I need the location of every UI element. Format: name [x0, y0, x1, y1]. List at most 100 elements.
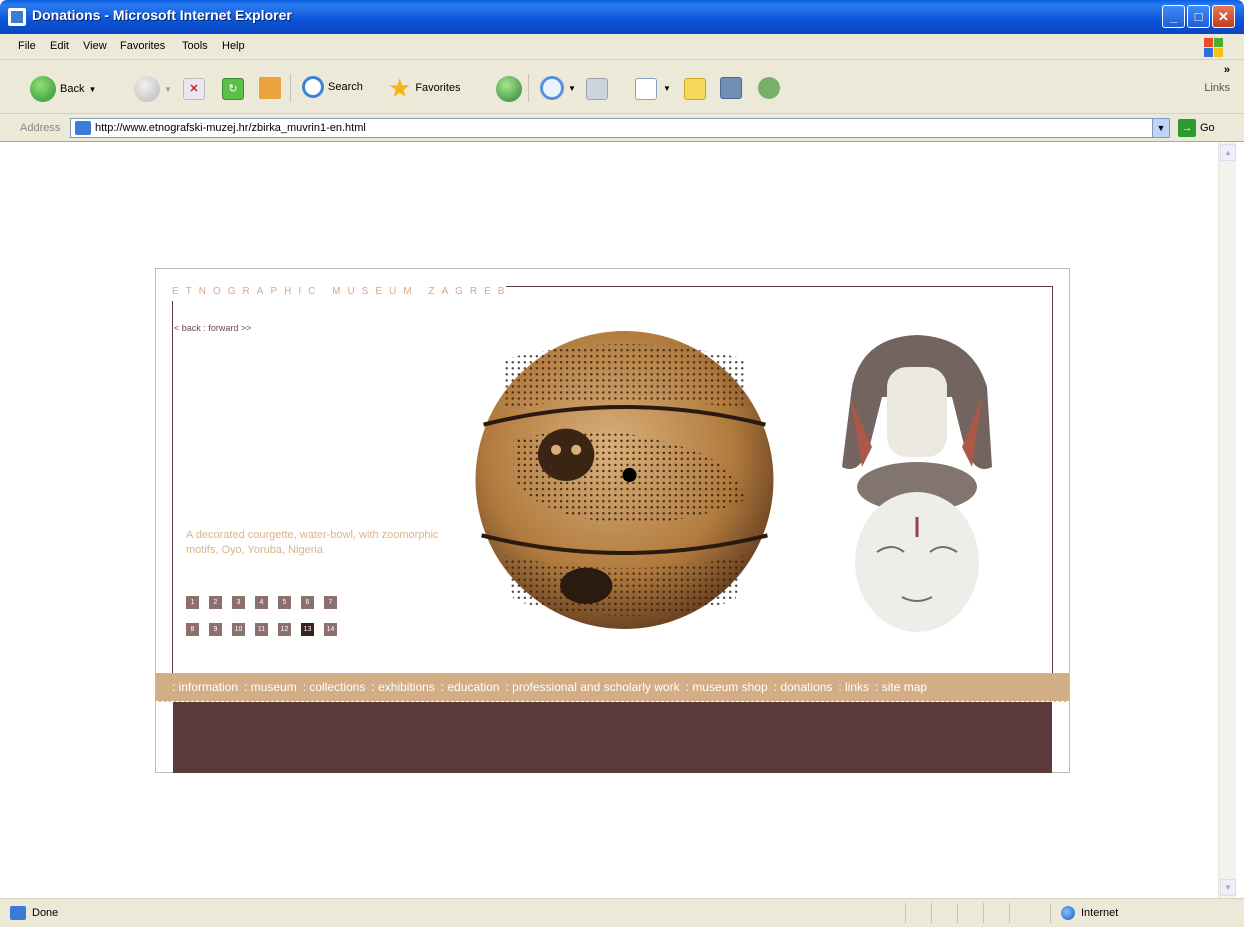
zone-label: Internet: [1081, 907, 1119, 919]
thumbnail-button[interactable]: 12: [278, 623, 291, 636]
discuss-icon[interactable]: [684, 78, 706, 100]
security-zone: Internet: [1050, 903, 1230, 923]
go-label: Go: [1200, 122, 1215, 134]
address-url[interactable]: http://www.etnografski-muzej.hr/zbirka_m…: [95, 122, 366, 134]
pager-links: < back : forward >>: [174, 323, 251, 333]
nav-link[interactable]: : professional and scholarly work: [506, 680, 680, 694]
nav-link[interactable]: : donations: [774, 680, 833, 694]
mail-icon: [540, 76, 564, 100]
forward-link[interactable]: forward >>: [208, 323, 251, 333]
window-title: Donations - Microsoft Internet Explorer: [32, 7, 292, 23]
nav-link[interactable]: : exhibitions: [371, 680, 434, 694]
museum-page: ETNOGRAPHIC MUSEUM ZAGREB < back : forwa…: [155, 268, 1070, 773]
toolbar-separator: [290, 74, 291, 102]
address-label: Address: [20, 122, 61, 134]
nav-link[interactable]: : museum shop: [686, 680, 768, 694]
thumbnail-button[interactable]: 5: [278, 596, 291, 609]
status-cell: [957, 903, 983, 923]
menu-help[interactable]: Help: [222, 40, 245, 52]
back-dropdown-icon[interactable]: ▼: [88, 85, 96, 94]
scroll-down-icon[interactable]: ▼: [1220, 879, 1236, 896]
pager-separator: :: [203, 323, 206, 333]
search-icon: [302, 76, 324, 98]
menu-edit[interactable]: Edit: [50, 40, 69, 52]
thumbnail-button[interactable]: 9: [209, 623, 222, 636]
nav-link[interactable]: : site map: [875, 680, 927, 694]
page-icon: [75, 121, 91, 135]
close-button[interactable]: ✕: [1212, 5, 1235, 28]
thumbnail-button[interactable]: 11: [255, 623, 268, 636]
menu-favorites[interactable]: Favorites: [120, 40, 165, 52]
stop-icon[interactable]: ✕: [183, 78, 205, 100]
museum-title: ETNOGRAPHIC MUSEUM ZAGREB: [172, 286, 512, 297]
nav-link[interactable]: : information: [172, 680, 238, 694]
address-input[interactable]: http://www.etnografski-muzej.hr/zbirka_m…: [70, 118, 1170, 138]
page-status-icon: [10, 906, 26, 920]
links-label[interactable]: Links: [1204, 82, 1230, 94]
research-icon[interactable]: [720, 77, 742, 99]
thumbnail-button[interactable]: 14: [324, 623, 337, 636]
home-icon[interactable]: [259, 77, 281, 99]
favorites-label: Favorites: [415, 82, 461, 94]
thumbnail-button[interactable]: 10: [232, 623, 245, 636]
nav-link[interactable]: : collections: [303, 680, 366, 694]
print-icon[interactable]: [586, 78, 608, 100]
go-button[interactable]: → Go: [1178, 119, 1215, 137]
forward-dropdown-icon[interactable]: ▼: [164, 85, 172, 94]
frame-line-right: [1052, 286, 1053, 673]
frame-line-top: [506, 286, 1053, 287]
title-bar: Donations - Microsoft Internet Explorer …: [0, 0, 1244, 34]
thumbnail-button[interactable]: 6: [301, 596, 314, 609]
status-cell: [983, 903, 1009, 923]
address-bar: Address http://www.etnografski-muzej.hr/…: [0, 114, 1244, 142]
address-dropdown-icon[interactable]: ▼: [1152, 118, 1170, 138]
mail-dropdown-icon[interactable]: ▼: [568, 84, 576, 93]
go-arrow-icon: →: [1178, 119, 1196, 137]
internet-globe-icon: [1061, 906, 1075, 920]
vertical-scrollbar[interactable]: ▲ ▼: [1218, 142, 1236, 898]
search-button[interactable]: Search: [302, 76, 363, 98]
history-icon[interactable]: [496, 76, 522, 102]
edit-icon[interactable]: [635, 78, 657, 100]
gourd-bowl-image: [475, 331, 774, 629]
menu-tools[interactable]: Tools: [182, 40, 208, 52]
favorites-button[interactable]: ★ Favorites: [388, 73, 461, 103]
frame-line-left: [172, 301, 173, 673]
refresh-icon[interactable]: ↻: [222, 78, 244, 100]
thumbnail-button[interactable]: 2: [209, 596, 222, 609]
status-text: Done: [32, 907, 59, 919]
maximize-button[interactable]: □: [1187, 5, 1210, 28]
messenger-icon[interactable]: [758, 77, 780, 99]
search-label: Search: [328, 81, 363, 93]
forward-button[interactable]: ▼: [134, 76, 172, 102]
toolbar-separator: [528, 74, 529, 102]
menu-file[interactable]: File: [18, 40, 36, 52]
back-link[interactable]: < back: [174, 323, 201, 333]
mail-button[interactable]: ▼: [540, 76, 576, 100]
favorites-star-icon: ★: [388, 73, 412, 103]
thumbnail-grid: 1 2 3 4 5 6 7 8 9 10 11 12 13 14: [186, 596, 337, 636]
thumbnail-button[interactable]: 3: [232, 596, 245, 609]
item-caption: A decorated courgette, water-bowl, with …: [186, 529, 439, 556]
thumbnail-button[interactable]: 4: [255, 596, 268, 609]
toolbar-more-icon[interactable]: »: [1224, 64, 1230, 76]
nav-link[interactable]: : museum: [244, 680, 297, 694]
back-arrow-icon: [30, 76, 56, 102]
minimize-button[interactable]: _: [1162, 5, 1185, 28]
status-cell: [1009, 903, 1035, 923]
site-navigation-bar: : information : museum : collections : exhi…: [156, 673, 1069, 702]
thumbnail-button[interactable]: 13: [301, 623, 314, 636]
forward-arrow-icon: [134, 76, 160, 102]
scroll-up-icon[interactable]: ▲: [1220, 144, 1236, 161]
thumbnail-button[interactable]: 8: [186, 623, 199, 636]
status-cell: [905, 903, 931, 923]
back-button[interactable]: Back ▼: [30, 76, 96, 102]
status-cell: [931, 903, 957, 923]
edit-dropdown-icon[interactable]: ▼: [663, 84, 671, 93]
thumbnail-button[interactable]: 7: [324, 596, 337, 609]
nav-link[interactable]: : links: [838, 680, 869, 694]
nav-link[interactable]: : education: [441, 680, 500, 694]
menu-view[interactable]: View: [83, 40, 107, 52]
status-bar: Done Internet: [0, 898, 1244, 927]
thumbnail-button[interactable]: 1: [186, 596, 199, 609]
